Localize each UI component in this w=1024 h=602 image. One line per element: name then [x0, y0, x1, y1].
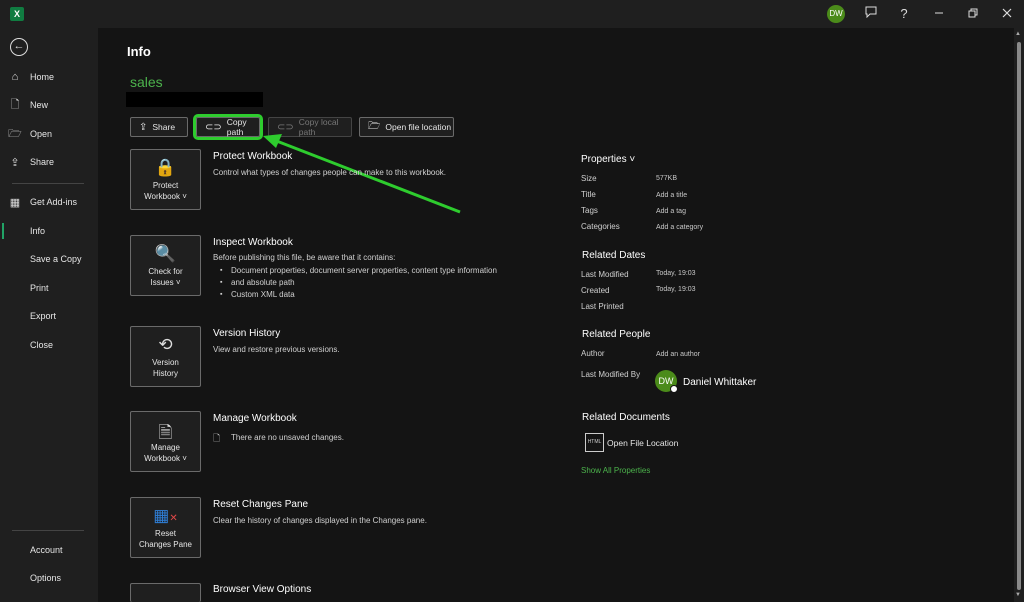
prop-label: Tags — [581, 206, 598, 215]
sidebar-divider — [12, 530, 84, 531]
prop-value: Today, 19:03 — [656, 286, 696, 293]
document-icon: 🗋 — [213, 433, 221, 443]
home-icon: ⌂ — [11, 71, 19, 83]
file-name: sales — [130, 74, 163, 90]
page-title: Info — [127, 44, 151, 59]
nav-options[interactable]: Options — [0, 564, 98, 592]
version-history-button[interactable]: ⟲ Version History — [130, 326, 201, 387]
backstage-sidebar: ← ⌂ Home 🗋 New 🗁 Open ⇪ Share ▦ Get Add-… — [0, 28, 98, 602]
open-file-location-link[interactable]: Open File Location — [607, 438, 678, 448]
protect-workbook-button[interactable]: 🔒 Protect Workbook ˅ — [130, 149, 201, 210]
copy-path-button[interactable]: ⊂⊃ Copy path — [193, 114, 263, 140]
tags-field[interactable]: Add a tag — [656, 208, 686, 215]
prop-label: Size — [581, 174, 597, 183]
user-avatar[interactable]: DW — [827, 5, 845, 23]
reset-changes-icon: ▦✕ — [153, 506, 178, 525]
scrollbar-thumb[interactable] — [1017, 42, 1021, 590]
manage-workbook-icon: 🗎 — [158, 423, 173, 442]
nav-account[interactable]: Account — [0, 536, 98, 564]
scroll-down-icon[interactable]: ▼ — [1015, 592, 1021, 598]
list-item: Custom XML data — [220, 289, 497, 301]
minimize-icon[interactable] — [929, 4, 949, 24]
properties-header[interactable]: Properties ˅ — [581, 154, 635, 165]
section-title: Reset Changes Pane — [213, 499, 309, 510]
prop-label: Categories — [581, 222, 620, 231]
nav-open[interactable]: 🗁 Open — [0, 120, 98, 148]
excel-logo-icon: X — [10, 7, 24, 21]
sidebar-divider — [12, 183, 84, 184]
nav-save-a-copy[interactable]: Save a Copy — [0, 245, 98, 273]
prop-label: Created — [581, 286, 610, 295]
related-documents-header: Related Documents — [582, 412, 670, 423]
html-file-icon: HTML — [585, 433, 604, 452]
section-title: Version History — [213, 328, 281, 339]
related-dates-header: Related Dates — [582, 250, 646, 261]
prop-value: 577KB — [656, 175, 678, 182]
vertical-scrollbar[interactable]: ▲ ▼ — [1014, 28, 1024, 602]
prop-value: Today, 19:03 — [656, 270, 696, 277]
related-people-header: Related People — [582, 329, 651, 340]
list-item: Document properties, document server pro… — [220, 265, 497, 277]
nav-close[interactable]: Close — [0, 331, 98, 359]
manage-workbook-button[interactable]: 🗎 Manage Workbook ˅ — [130, 411, 201, 472]
lock-icon: 🔒 — [154, 158, 177, 177]
link-icon: ⊂⊃ — [277, 121, 294, 133]
nav-share[interactable]: ⇪ Share — [0, 148, 98, 176]
nav-get-add-ins[interactable]: ▦ Get Add-ins — [0, 188, 98, 216]
section-title: Protect Workbook — [213, 151, 293, 162]
redacted-path — [126, 92, 263, 107]
feedback-icon[interactable] — [861, 4, 881, 24]
add-ins-icon: ▦ — [9, 196, 21, 209]
presence-status-icon — [670, 385, 678, 393]
prop-label: Last Modified By — [581, 370, 641, 379]
nav-info[interactable]: Info — [0, 217, 98, 245]
modifier-name[interactable]: Daniel Whittaker — [683, 377, 756, 388]
new-file-icon: 🗋 — [10, 98, 20, 111]
nav-print[interactable]: Print — [0, 274, 98, 302]
back-arrow-icon[interactable]: ← — [10, 38, 28, 56]
section-description: Clear the history of changes displayed i… — [213, 516, 427, 525]
prop-label: Last Modified — [581, 270, 629, 279]
section-title: Inspect Workbook — [213, 237, 293, 248]
title-bar: X DW ? — [0, 0, 1024, 28]
prop-label: Author — [581, 349, 605, 358]
share-button[interactable]: ⇪ Share — [130, 117, 188, 137]
open-folder-icon: 🗁 — [8, 127, 22, 140]
modifier-avatar[interactable]: DW — [655, 370, 678, 393]
help-icon[interactable]: ? — [894, 4, 914, 24]
nav-export[interactable]: Export — [0, 302, 98, 330]
list-item-continuation: and absolute path — [220, 277, 497, 289]
nav-new[interactable]: 🗋 New — [0, 91, 98, 119]
nav-home[interactable]: ⌂ Home — [0, 63, 98, 91]
reset-changes-pane-button[interactable]: ▦✕ Reset Changes Pane — [130, 497, 201, 558]
restore-icon[interactable] — [963, 4, 983, 24]
prop-label: Last Printed — [581, 302, 624, 311]
section-title: Manage Workbook — [213, 413, 297, 424]
open-folder-icon: 🗁 — [368, 120, 381, 132]
share-icon: ⇪ — [10, 156, 20, 169]
info-pane: Info sales ⇪ Share ⊂⊃ Copy path ⊂⊃ Copy … — [98, 28, 1014, 602]
scroll-up-icon[interactable]: ▲ — [1015, 31, 1021, 37]
copy-local-path-button: ⊂⊃ Copy local path — [268, 117, 352, 137]
author-field[interactable]: Add an author — [656, 351, 700, 358]
share-icon: ⇪ — [139, 121, 148, 133]
close-icon[interactable] — [997, 4, 1017, 24]
history-icon: ⟲ — [158, 335, 173, 354]
inspect-bullet-list: Document properties, document server pro… — [220, 265, 497, 301]
section-description: Control what types of changes people can… — [213, 168, 447, 177]
prop-label: Title — [581, 190, 596, 199]
inspect-document-icon: 🔍 — [154, 244, 177, 263]
section-description: View and restore previous versions. — [213, 345, 340, 354]
check-for-issues-button[interactable]: 🔍 Check for Issues ˅ — [130, 235, 201, 296]
open-file-location-button[interactable]: 🗁 Open file location — [359, 117, 454, 137]
show-all-properties-link[interactable]: Show All Properties — [581, 466, 650, 475]
title-field[interactable]: Add a title — [656, 192, 687, 199]
section-description: Before publishing this file, be aware th… — [213, 253, 396, 262]
browser-view-options-button[interactable] — [130, 583, 201, 602]
categories-field[interactable]: Add a category — [656, 224, 703, 231]
link-icon: ⊂⊃ — [205, 121, 222, 133]
section-title: Browser View Options — [213, 584, 312, 595]
section-description: There are no unsaved changes. — [231, 433, 344, 442]
